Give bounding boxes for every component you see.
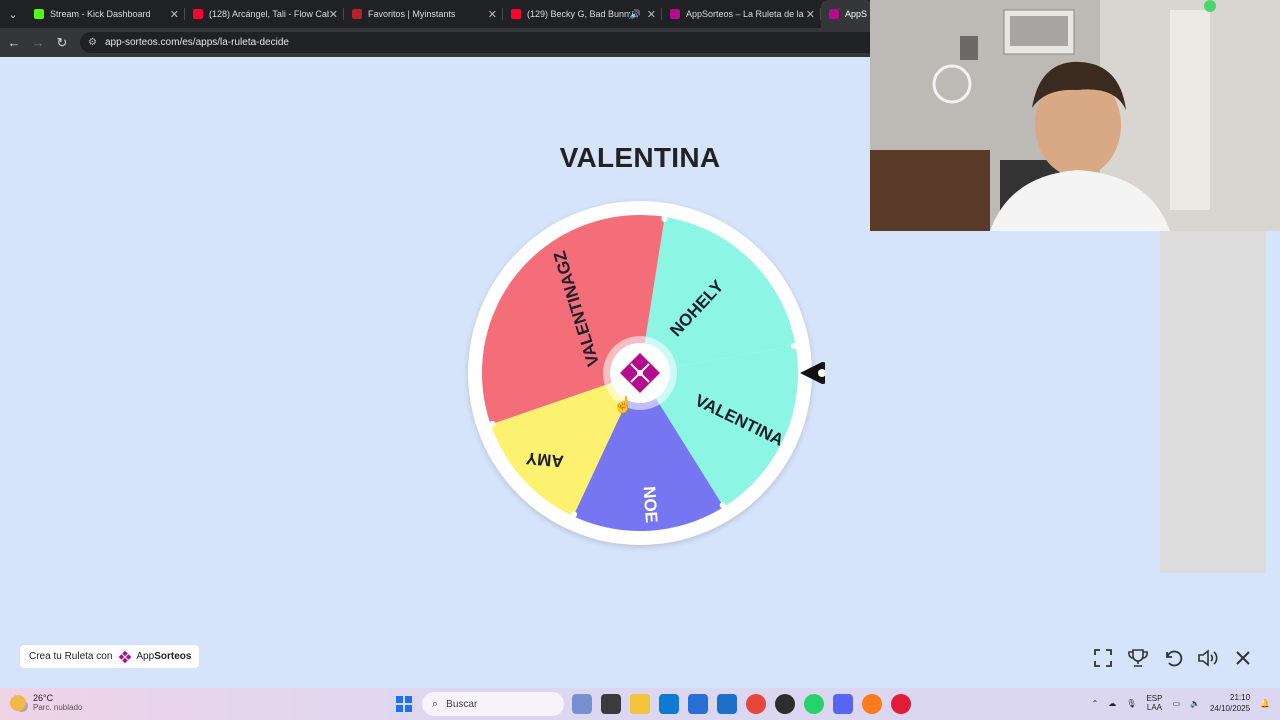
create-roulette-link[interactable]: Crea tu Ruleta con App Sorteos (20, 645, 200, 668)
tab-close-icon[interactable]: ✕ (647, 8, 656, 21)
lang-code: ESP (1146, 694, 1163, 703)
store-icon[interactable] (688, 694, 708, 714)
weather-temp: 26°C (33, 693, 54, 703)
tab-title: (128) Arcángel, Tali - Flow Cabr (209, 9, 329, 19)
tab-favicon-icon (511, 9, 521, 19)
edge-icon[interactable] (659, 694, 679, 714)
url-text: app-sorteos.com/es/apps/la-ruleta-decide (104, 37, 289, 48)
discord-icon[interactable] (833, 694, 853, 714)
brand-name-app: App (136, 651, 155, 662)
clock[interactable]: 21:10 24/10/2025 (1210, 692, 1250, 714)
brand-name-sorteos: Sorteos (154, 651, 192, 662)
address-bar[interactable]: ⚙ app-sorteos.com/es/apps/la-ruleta-deci… (80, 32, 880, 53)
forward-arrow-icon[interactable]: → (26, 28, 50, 57)
tab-favicon-icon (193, 9, 203, 19)
hand-cursor-icon: ☝ (613, 397, 633, 414)
tab-close-icon[interactable]: ✕ (806, 8, 815, 21)
tab-title: AppSorte (845, 9, 867, 19)
appsorteos-logo-icon (119, 650, 132, 663)
reset-icon[interactable] (1161, 646, 1184, 669)
tab-favicon-icon (670, 9, 680, 19)
wheel-segment-label: NOE (639, 486, 661, 524)
tab-favicon-icon (34, 9, 44, 19)
tab-title: (129) Becky G, Bad Bunny - (527, 9, 630, 19)
browser-tab[interactable]: Stream - Kick Dashboard ✕ (26, 0, 185, 28)
wheel-controls (1091, 646, 1254, 669)
browser-tab[interactable]: (128) Arcángel, Tali - Flow Cabr ✕ (185, 0, 344, 28)
tab-audio-icon[interactable]: 🔊 (630, 9, 641, 20)
wheel-peg (661, 215, 668, 222)
start-button[interactable] (396, 696, 412, 712)
tab-title: Stream - Kick Dashboard (50, 9, 151, 19)
browser-tab[interactable]: AppSorteos – La Ruleta de la S ✕ (662, 0, 821, 28)
chevron-up-icon[interactable]: ⌃ (1092, 699, 1099, 708)
wheel-peg (571, 511, 578, 518)
speaker-icon[interactable]: 🔈 (1190, 699, 1200, 708)
back-arrow-icon[interactable]: ← (2, 28, 26, 57)
side-panel (1160, 231, 1266, 573)
browser-tab[interactable]: (129) Becky G, Bad Bunny - 🔊 ✕ (503, 0, 662, 28)
system-tray: ⌃ ☁ 🎙 ESP LAA ▭ 🔈 21:10 24/10/2025 🔔 (1092, 692, 1270, 714)
browser-tab[interactable]: Favoritos | Myinstants ✕ (344, 0, 503, 28)
wheel-peg (489, 420, 496, 427)
clock-date: 24/10/2025 (1209, 704, 1251, 713)
tab-favicon-icon (352, 9, 362, 19)
weather-widget[interactable]: 26°C Parc. nublado (10, 693, 82, 712)
outlook-icon[interactable] (717, 694, 737, 714)
microphone-icon[interactable]: 🎙 (1126, 699, 1136, 708)
lang-layout: LAA (1146, 703, 1162, 712)
weather-desc: Parc. nublado (33, 703, 83, 712)
site-settings-icon[interactable]: ⚙ (88, 37, 97, 48)
tab-title: Favoritos | Myinstants (368, 9, 456, 19)
search-placeholder: Buscar (446, 698, 478, 710)
opera-icon[interactable] (891, 694, 911, 714)
reload-icon[interactable]: ↻ (50, 28, 74, 57)
tab-search-chevron-icon[interactable]: ⌄ (0, 0, 26, 28)
webcam-image (870, 0, 1280, 231)
firefox-icon[interactable] (862, 694, 882, 714)
search-icon: ⌕ (432, 697, 439, 710)
brand-prefix: Crea tu Ruleta con (29, 651, 113, 662)
winner-title: VALENTINA (559, 142, 721, 173)
language-indicator[interactable]: ESP LAA (1146, 694, 1162, 712)
close-icon[interactable] (1231, 646, 1254, 669)
tab-favicon-icon (829, 9, 839, 19)
volume-icon[interactable] (1196, 646, 1219, 669)
whatsapp-icon[interactable] (804, 694, 824, 714)
wheel-peg (790, 342, 797, 349)
news-widget-icon[interactable] (572, 694, 592, 714)
tab-close-icon[interactable]: ✕ (170, 8, 179, 21)
onedrive-icon[interactable]: ☁ (1108, 699, 1116, 708)
roulette-wheel[interactable]: NOHELY VALENTINA NOE AMY VALENTINAGZ (455, 188, 825, 558)
browser-tab[interactable]: AppSorte (821, 0, 873, 28)
obs-icon[interactable] (775, 694, 795, 714)
file-explorer-icon[interactable] (630, 694, 650, 714)
chrome-icon[interactable] (746, 694, 766, 714)
wheel-segment-label: AMY (524, 448, 564, 470)
windows-taskbar: 26°C Parc. nublado ⌕ Buscar ⌃ ☁ 🎙 ESP LA… (0, 688, 1280, 720)
tab-close-icon[interactable]: ✕ (488, 8, 497, 21)
taskbar-search[interactable]: ⌕ Buscar (422, 692, 564, 716)
tab-close-icon[interactable]: ✕ (329, 8, 338, 21)
taskbar-apps (572, 694, 911, 714)
trophy-icon[interactable] (1126, 646, 1149, 669)
wheel-peg (719, 502, 726, 509)
network-icon[interactable]: ▭ (1172, 699, 1180, 708)
weather-cloud-icon (10, 694, 26, 711)
terminal-icon[interactable] (601, 694, 621, 714)
tab-title: AppSorteos – La Ruleta de la S (686, 9, 806, 19)
webcam-overlay (870, 0, 1280, 231)
roulette-wheel-graphic[interactable]: NOHELYVALENTINANOEAMYVALENTINAGZ (455, 188, 825, 558)
notification-bell-icon[interactable]: 🔔 (1260, 699, 1270, 708)
fullscreen-icon[interactable] (1091, 646, 1114, 669)
clock-time: 21:10 (1230, 693, 1251, 702)
